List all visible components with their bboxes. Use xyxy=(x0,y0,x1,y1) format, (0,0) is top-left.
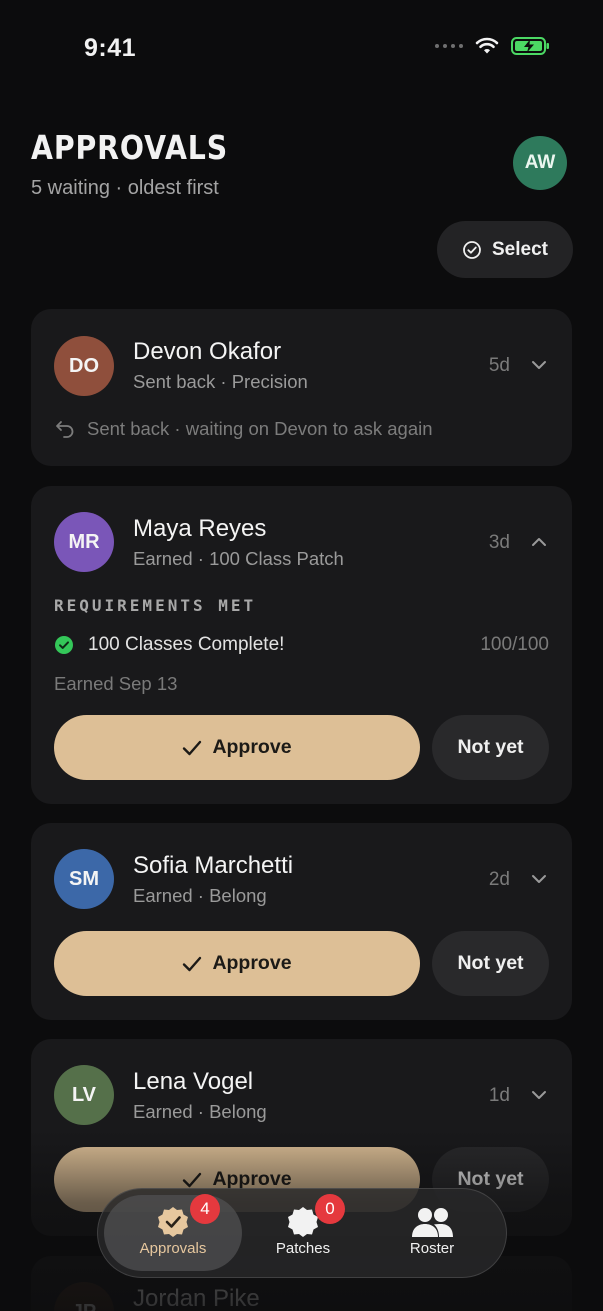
not-yet-button[interactable]: Not yet xyxy=(432,715,549,780)
tab-bar: 4 Approvals 0 Patches Roster xyxy=(97,1188,507,1278)
earned-date: Earned Sep 13 xyxy=(54,673,178,694)
page-title: APPROVALS xyxy=(31,128,229,167)
member-name: Sofia Marchetti xyxy=(133,852,294,879)
check-circle-filled-icon xyxy=(55,636,73,654)
member-meta: Earned · Belong xyxy=(133,885,267,906)
approve-button[interactable]: Approve xyxy=(54,715,420,780)
select-button[interactable]: Select xyxy=(437,221,573,278)
tab-label: Roster xyxy=(409,1240,455,1257)
approval-card[interactable]: DO Devon Okafor Sent back · Precision 5d… xyxy=(31,309,572,466)
avatar: DO xyxy=(54,336,114,396)
avatar: JP xyxy=(54,1282,114,1311)
request-age: 1d xyxy=(488,1085,510,1106)
request-age: 2d xyxy=(488,869,510,890)
tab-roster[interactable]: Roster xyxy=(363,1195,501,1271)
battery-charging-icon xyxy=(511,37,549,55)
undo-arrow-icon xyxy=(56,421,74,438)
tab-label: Patches xyxy=(275,1240,331,1257)
checkmark-icon xyxy=(183,740,202,755)
approve-label: Approve xyxy=(212,952,292,974)
avatar: MR xyxy=(54,512,114,572)
page-subtitle: 5 waiting · oldest first xyxy=(31,177,219,199)
status-icons xyxy=(435,36,551,56)
profile-avatar[interactable]: AW xyxy=(513,136,567,190)
checkmark-icon xyxy=(183,1172,202,1187)
avatar: LV xyxy=(54,1065,114,1125)
member-meta: Earned · Belong xyxy=(133,1101,267,1122)
requirement-row: 100 Classes Complete! 100/100 xyxy=(54,634,549,656)
patches-badge: 0 xyxy=(315,1194,345,1224)
tab-patches[interactable]: 0 Patches xyxy=(234,1194,372,1271)
not-yet-button[interactable]: Not yet xyxy=(432,931,549,996)
member-name: Jordan Pike xyxy=(133,1285,260,1311)
requirements-heading: REQUIREMENTS MET xyxy=(54,596,257,615)
member-name: Maya Reyes xyxy=(133,515,267,542)
member-name: Devon Okafor xyxy=(133,338,282,365)
approval-card[interactable]: MR Maya Reyes Earned · 100 Class Patch 3… xyxy=(31,486,572,804)
cellular-signal-icon xyxy=(435,44,463,48)
member-name: Lena Vogel xyxy=(133,1068,254,1095)
sent-back-text: Sent back · waiting on Devon to ask agai… xyxy=(87,418,433,439)
badge-check-icon xyxy=(158,1207,188,1237)
approve-label: Approve xyxy=(212,736,292,758)
page-header: APPROVALS 5 waiting · oldest first xyxy=(31,128,260,200)
approvals-badge: 4 xyxy=(190,1194,220,1224)
tab-label: Approvals xyxy=(139,1240,207,1257)
status-bar: 9:41 xyxy=(0,0,603,100)
member-meta: Sent back · Precision xyxy=(133,371,308,392)
request-age: 5d xyxy=(488,355,510,376)
tab-approvals[interactable]: 4 Approvals xyxy=(104,1194,242,1271)
checkmark-icon xyxy=(183,956,202,971)
approve-button[interactable]: Approve xyxy=(54,931,420,996)
approval-card[interactable]: SM Sofia Marchetti Earned · Belong 2d Ap… xyxy=(31,823,572,1020)
status-time: 9:41 xyxy=(84,34,137,62)
chevron-down-icon[interactable] xyxy=(530,870,548,888)
chevron-down-icon[interactable] xyxy=(530,356,548,374)
select-label: Select xyxy=(492,238,548,260)
wifi-icon xyxy=(475,37,499,54)
check-circle-icon xyxy=(463,240,481,259)
requirement-progress: 100/100 xyxy=(480,634,549,655)
sent-back-note: Sent back · waiting on Devon to ask agai… xyxy=(55,418,433,440)
member-meta: Earned · 100 Class Patch xyxy=(133,548,344,569)
avatar: SM xyxy=(54,849,114,909)
chevron-up-icon[interactable] xyxy=(530,533,548,551)
people-icon xyxy=(412,1208,453,1237)
requirement-text: 100 Classes Complete! xyxy=(88,634,285,655)
request-age: 3d xyxy=(488,532,510,553)
chevron-down-icon[interactable] xyxy=(530,1086,548,1104)
